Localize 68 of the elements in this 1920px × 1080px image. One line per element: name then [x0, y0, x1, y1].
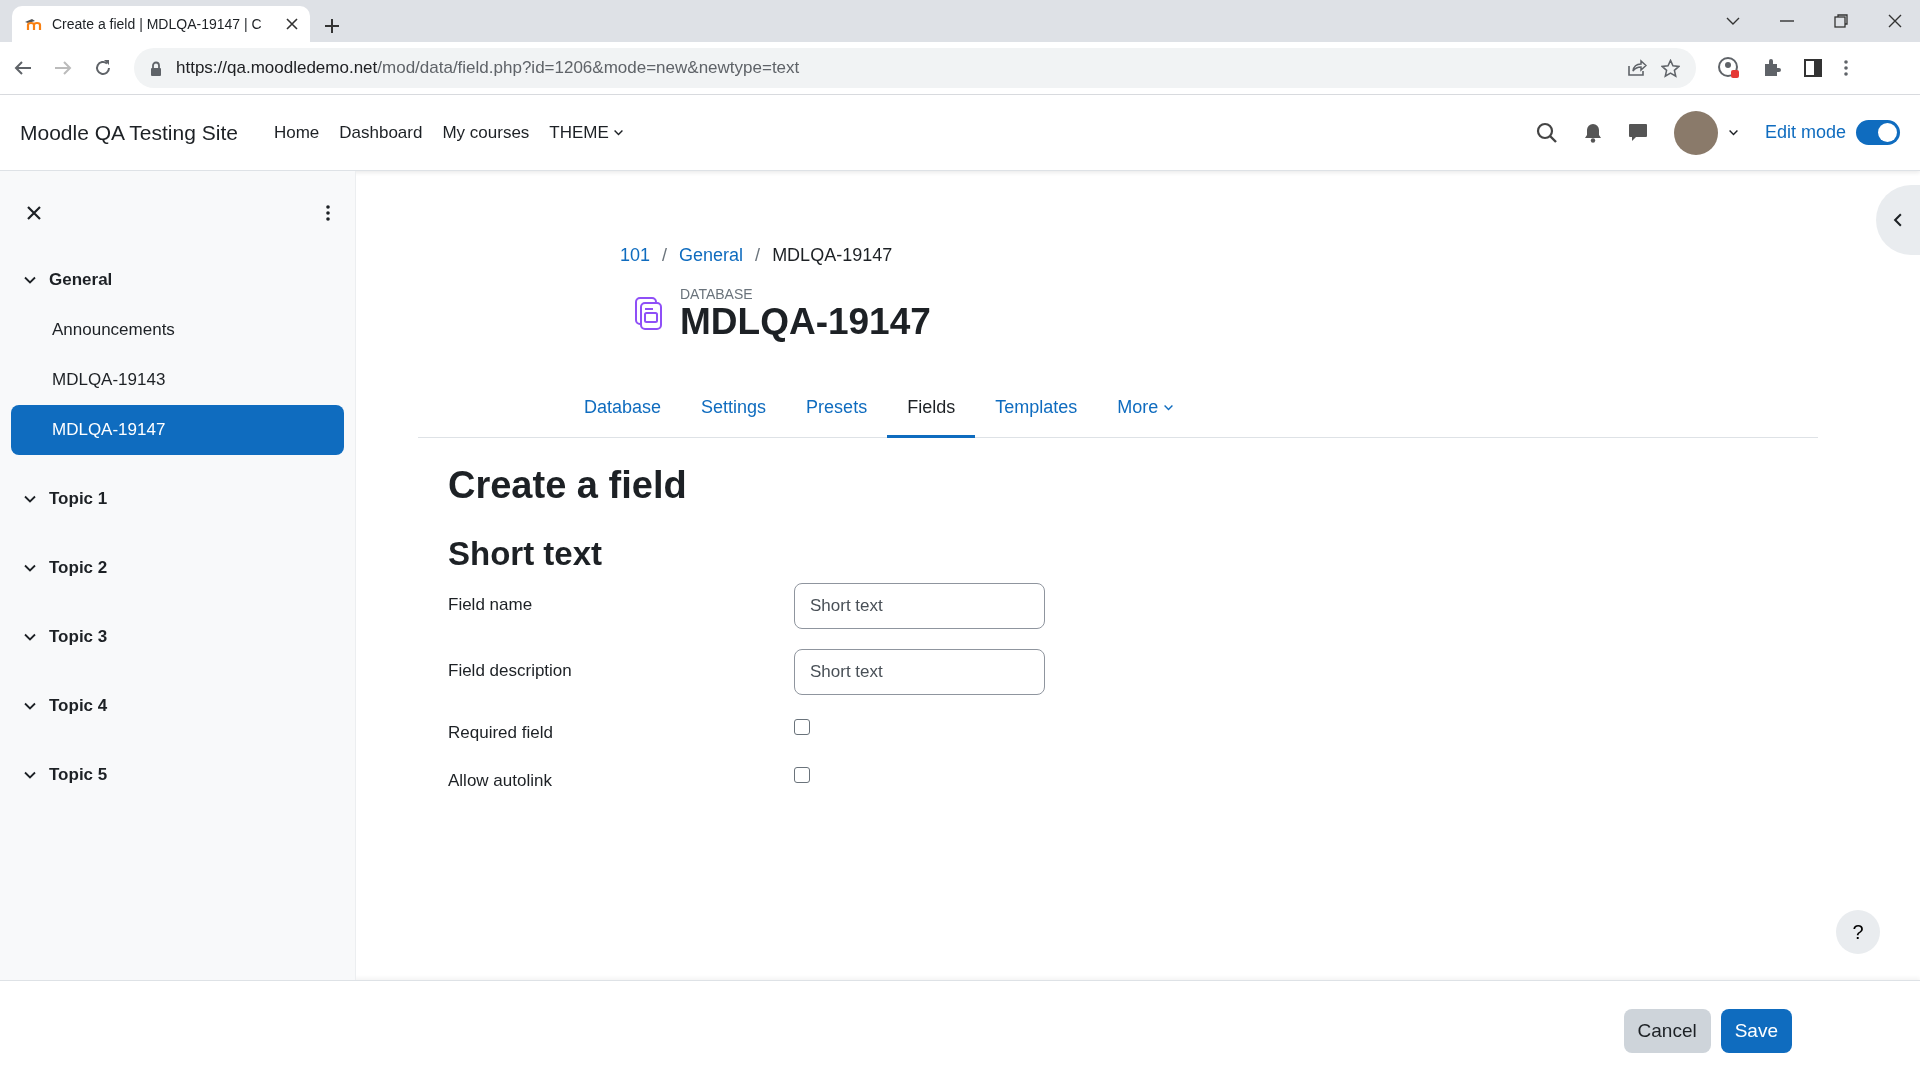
- activity-type-label: DATABASE: [680, 286, 754, 302]
- address-bar[interactable]: https://qa.moodledemo.net/mod/data/field.php?id=1206&mode=new&newtype=text: [134, 48, 1696, 88]
- input-field[interactable]: Short text: [794, 582, 1045, 629]
- lock-icon: [150, 60, 162, 76]
- page-heading: Create a field: [448, 463, 688, 507]
- input-field[interactable]: Short text: [794, 648, 1045, 695]
- help-button[interactable]: ?: [1836, 910, 1880, 954]
- plus-icon[interactable]: [324, 18, 340, 34]
- breadcrumb-item[interactable]: 101: [620, 245, 651, 266]
- nav-link[interactable]: Dashboard: [329, 122, 433, 143]
- reload-icon[interactable]: [94, 59, 112, 77]
- close-icon[interactable]: [1888, 14, 1902, 28]
- nav-tab[interactable]: Presets: [786, 382, 888, 438]
- nav-tab[interactable]: Templates: [975, 382, 1098, 438]
- save-button[interactable]: Save: [1720, 1008, 1792, 1053]
- section-title[interactable]: General: [49, 270, 113, 290]
- moodle-logo-icon: [24, 17, 42, 31]
- activity-link[interactable]: MDLQA-19143: [11, 355, 344, 405]
- section-title[interactable]: Topic 3: [49, 627, 108, 647]
- field-label: Field description: [448, 659, 573, 681]
- cancel-button[interactable]: Cancel: [1623, 1008, 1711, 1053]
- field-label: Field name: [448, 593, 534, 615]
- section-title[interactable]: Topic 5: [49, 765, 108, 785]
- search-icon[interactable]: [1535, 121, 1558, 144]
- checkbox[interactable]: [794, 718, 810, 735]
- nav-tab[interactable]: Settings: [681, 382, 787, 438]
- section-title[interactable]: Topic 1: [49, 489, 108, 509]
- drawer-toggle[interactable]: [1876, 185, 1920, 255]
- nav-tab[interactable]: More: [1097, 382, 1195, 438]
- side-panel-icon[interactable]: [1804, 59, 1822, 77]
- breadcrumb-separator: /: [755, 245, 761, 266]
- close-icon[interactable]: [286, 18, 298, 30]
- nav-tab[interactable]: Fields: [887, 382, 976, 438]
- activity-link[interactable]: Announcements: [11, 305, 344, 355]
- edit-mode-toggle[interactable]: [1856, 120, 1900, 145]
- back-icon[interactable]: [14, 60, 32, 76]
- activity-link[interactable]: MDLQA-19147: [11, 405, 344, 455]
- field-label: Required field: [448, 721, 554, 743]
- extension-icon[interactable]: [1718, 57, 1740, 79]
- bell-icon[interactable]: [1583, 122, 1602, 143]
- browser-tab[interactable]: Create a field | MDLQA-19147 | C: [12, 6, 310, 42]
- chat-icon[interactable]: [1627, 122, 1648, 143]
- breadcrumb-item[interactable]: General: [679, 245, 744, 266]
- chevron-down-icon[interactable]: [1726, 16, 1740, 26]
- nav-link[interactable]: Home: [263, 122, 330, 143]
- close-icon[interactable]: [27, 206, 41, 220]
- nav-tab[interactable]: Database: [564, 382, 682, 438]
- edit-mode-label: Edit mode: [1764, 122, 1846, 143]
- section-heading: Short text: [448, 534, 603, 573]
- caret-icon: [1727, 127, 1739, 138]
- kebab-menu-icon[interactable]: [1844, 60, 1848, 76]
- database-icon: [634, 296, 664, 333]
- nav-link[interactable]: THEME: [539, 122, 634, 143]
- nav-link[interactable]: My courses: [432, 122, 540, 143]
- caret-icon: [612, 127, 624, 138]
- star-icon[interactable]: [1661, 58, 1680, 78]
- breadcrumb-separator: /: [662, 245, 668, 266]
- checkbox[interactable]: [794, 766, 810, 783]
- field-label: Allow autolink: [448, 769, 553, 791]
- kebab-menu-icon[interactable]: [326, 205, 330, 221]
- breadcrumb-item: MDLQA-19147: [772, 245, 893, 266]
- restore-icon[interactable]: [1834, 14, 1848, 28]
- section-title[interactable]: Topic 4: [49, 696, 108, 716]
- share-icon[interactable]: [1627, 59, 1647, 77]
- section-title[interactable]: Topic 2: [49, 558, 108, 578]
- puzzle-icon[interactable]: [1762, 58, 1782, 78]
- activity-title: MDLQA-19147: [680, 302, 931, 343]
- site-name[interactable]: Moodle QA Testing Site: [20, 120, 238, 145]
